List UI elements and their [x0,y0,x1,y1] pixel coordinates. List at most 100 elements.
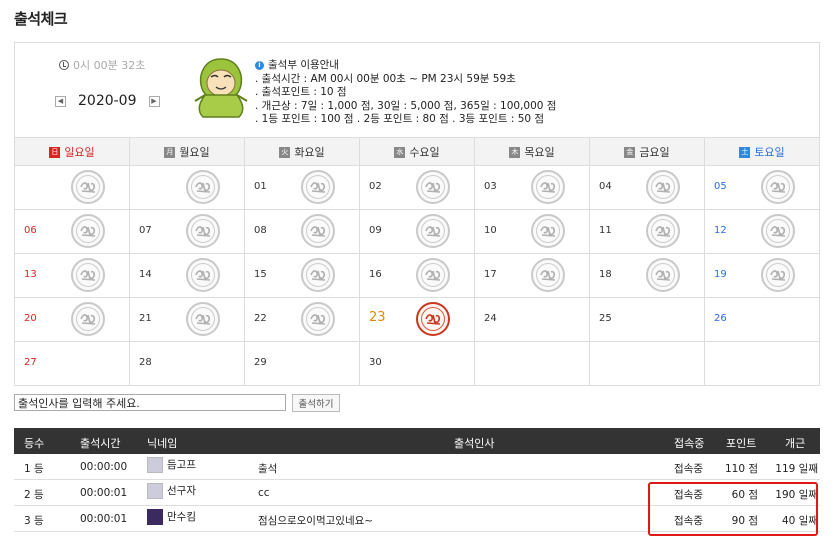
greeting-input[interactable] [14,394,286,411]
day-number: 26 [714,313,727,324]
attendance-stamp-icon [186,170,220,204]
avatar [147,509,163,525]
day-number: 05 [714,181,727,192]
header-nickname: 닉네임 [147,437,178,450]
attendance-stamp-icon [186,302,220,336]
calendar-day [589,341,705,386]
calendar-week: 06 07 08 09 10 11 12 [14,209,820,254]
greeting-form: 출석하기 [14,394,340,412]
guide-line: . 1등 포인트 : 100 점 . 2등 포인트 : 80 점 . 3등 포인… [255,113,545,125]
info-icon: i [255,61,264,71]
rank: 2 등 [24,489,44,501]
nickname[interactable]: 선구자 [167,483,196,498]
calendar-day[interactable]: 26 [704,297,820,342]
prev-month-button[interactable]: ◀ [55,95,66,107]
attendance-info-panel: 0시 00분 32초 ◀ 2020-09 ▶ i 출석부 이용안내 . 출석시간… [14,42,820,137]
attendance-stamp-icon [71,214,105,248]
calendar-day[interactable]: 19 [704,253,820,298]
online-status: 접속중 [674,515,703,527]
calendar-day [129,165,245,210]
calendar-day[interactable]: 10 [474,209,590,254]
calendar-day[interactable]: 08 [244,209,360,254]
weekday-header: 金 금요일 [589,137,705,166]
calendar-day[interactable]: 05 [704,165,820,210]
attendance-stamp-icon [646,258,680,292]
day-number: 02 [369,181,382,192]
calendar-day[interactable]: 09 [359,209,475,254]
calendar-day[interactable]: 22 [244,297,360,342]
calendar-day[interactable]: 27 [14,341,130,386]
attendance-stamp-icon [531,214,565,248]
header-online: 접속중 [674,437,705,450]
day-number: 22 [254,313,267,324]
calendar-day[interactable]: 20 [14,297,130,342]
calendar-day[interactable]: 02 [359,165,475,210]
nickname[interactable]: 듬고프 [167,457,196,472]
attendance-stamp-icon [416,302,450,336]
day-number: 29 [254,357,267,368]
calendar-day[interactable]: 01 [244,165,360,210]
calendar-day[interactable]: 24 [474,297,590,342]
calendar-day[interactable]: 11 [589,209,705,254]
attendance-stamp-icon [301,170,335,204]
clock-icon [59,60,69,70]
calendar-day[interactable]: 23 [359,297,475,342]
calendar-day[interactable]: 15 [244,253,360,298]
calendar-week: 20 21 22 23 24 25 26 [14,297,820,342]
weekday-icon: 日 [49,147,61,158]
usage-guide: i 출석부 이용안내 . 출석시간 : AM 00시 00분 00초 ~ PM … [255,59,556,127]
rank: 1 등 [24,463,44,475]
calendar-day[interactable]: 16 [359,253,475,298]
attendance-stamp-icon [761,170,795,204]
avatar [147,457,163,473]
calendar-day[interactable]: 03 [474,165,590,210]
weekday-header: 日 일요일 [14,137,130,166]
calendar-day[interactable]: 29 [244,341,360,386]
header-rank: 등수 [24,437,45,450]
weekday-icon: 水 [394,147,406,158]
next-month-button[interactable]: ▶ [148,95,160,107]
calendar-day[interactable]: 25 [589,297,705,342]
calendar-day[interactable]: 18 [589,253,705,298]
attend-time: 00:00:00 [80,461,128,473]
calendar-day [704,341,820,386]
weekday-header: 土 토요일 [704,137,820,166]
attend-button[interactable]: 출석하기 [292,394,340,412]
guide-title: 출석부 이용안내 [268,59,339,71]
day-number: 10 [484,225,497,236]
calendar-day[interactable]: 07 [129,209,245,254]
calendar-week: 27 28 29 30 [14,341,820,386]
attendance-stamp-icon [531,170,565,204]
day-number: 08 [254,225,267,236]
attend-time: 00:00:01 [80,487,128,499]
ranking-row: 2 등 00:00:01 선구자 cc 접속중 60 점 190 일째 [14,480,820,506]
calendar-day[interactable]: 06 [14,209,130,254]
day-number: 01 [254,181,267,192]
weekday-label: 목요일 [524,145,555,159]
attendance-stamp-icon [646,214,680,248]
day-number: 04 [599,181,612,192]
weekday-icon: 土 [739,147,751,158]
weekday-header: 水 수요일 [359,137,475,166]
day-number: 12 [714,225,727,236]
attendance-stamp-icon [761,258,795,292]
nickname[interactable]: 만수킴 [167,509,196,524]
attendance-stamp-icon [71,258,105,292]
calendar-day[interactable]: 28 [129,341,245,386]
avatar [147,483,163,499]
ranking-table: 등수 출석시간 닉네임 출석인사 접속중 포인트 개근 1 등 00:00:00 듬… [14,428,820,532]
day-number: 28 [139,357,152,368]
day-number: 15 [254,269,267,280]
clock: 0시 00분 32초 [59,57,145,73]
weekday-icon: 木 [509,147,521,158]
day-number: 30 [369,357,382,368]
calendar-day[interactable]: 12 [704,209,820,254]
day-number: 21 [139,313,152,324]
calendar-day[interactable]: 21 [129,297,245,342]
guide-line: . 개근상 : 7일 : 1,000 점, 30일 : 5,000 점, 365… [255,99,557,112]
calendar-day[interactable]: 14 [129,253,245,298]
calendar-day[interactable]: 13 [14,253,130,298]
calendar-day[interactable]: 04 [589,165,705,210]
calendar-day[interactable]: 17 [474,253,590,298]
calendar-day[interactable]: 30 [359,341,475,386]
